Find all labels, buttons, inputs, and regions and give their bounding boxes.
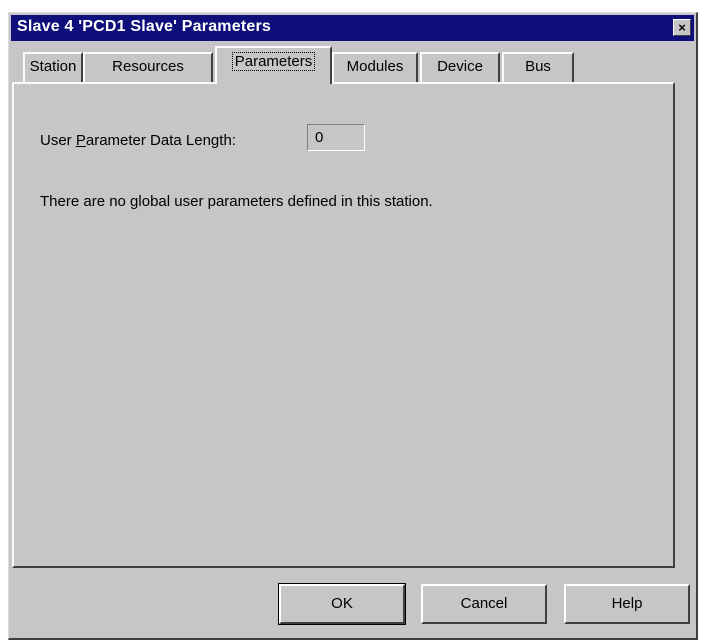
tab-resources[interactable]: Resources (83, 52, 213, 82)
title-bar: Slave 4 'PCD1 Slave' Parameters × (11, 15, 694, 41)
tab-bus[interactable]: Bus (502, 52, 574, 82)
dialog-title: Slave 4 'PCD1 Slave' Parameters (17, 18, 271, 35)
close-button[interactable]: × (673, 19, 691, 36)
close-icon: × (678, 20, 686, 35)
user-parameter-data-length-label: User Parameter Data Length: (40, 132, 236, 149)
tab-label: Parameters (231, 52, 316, 71)
tab-label: Station (29, 58, 77, 75)
tab-device[interactable]: Device (420, 52, 500, 82)
tab-parameters[interactable]: Parameters (215, 46, 332, 84)
tab-label: Bus (525, 58, 551, 75)
ok-button[interactable]: OK (278, 583, 406, 625)
cancel-button[interactable]: Cancel (421, 584, 547, 624)
tab-label: Modules (346, 58, 404, 75)
tab-label: Device (437, 58, 483, 75)
label-text-suffix: arameter Data Length: (85, 132, 236, 149)
no-parameters-message: There are no global user parameters defi… (40, 193, 433, 210)
label-text-prefix: User (40, 132, 76, 149)
tab-label: Resources (112, 58, 184, 75)
tab-station[interactable]: Station (23, 52, 83, 82)
tab-panel-parameters (12, 82, 675, 568)
user-parameter-data-length-field: 0 (307, 124, 365, 151)
tab-modules[interactable]: Modules (332, 52, 418, 82)
help-button[interactable]: Help (564, 584, 690, 624)
label-mnemonic: P (75, 132, 86, 149)
